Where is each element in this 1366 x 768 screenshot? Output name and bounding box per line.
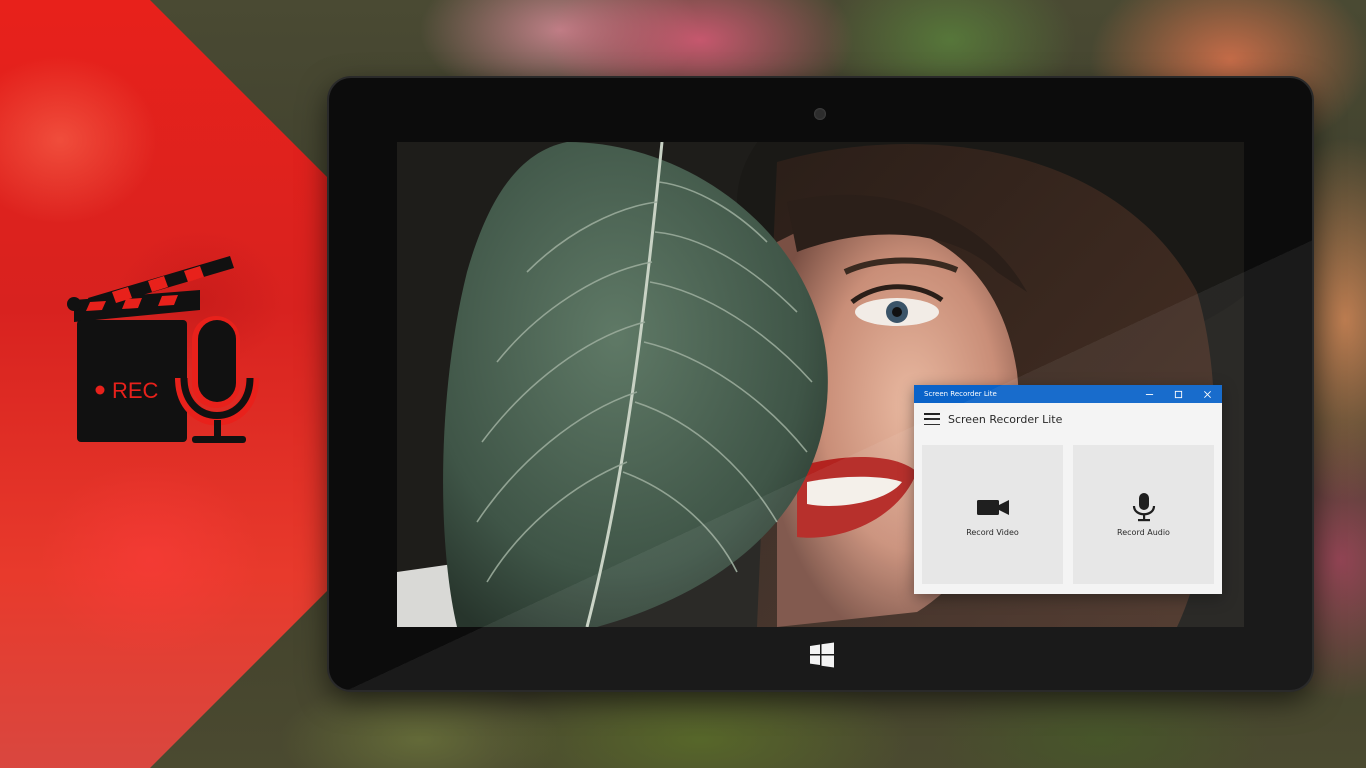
record-audio-button[interactable]: Record Audio: [1073, 445, 1214, 584]
app-header: Screen Recorder Lite: [914, 403, 1222, 435]
tablet-device: Screen Recorder Lite Screen Recorder Lit…: [329, 78, 1312, 690]
record-video-label: Record Video: [966, 528, 1019, 537]
microphone-icon: [1132, 493, 1155, 522]
maximize-button[interactable]: [1164, 385, 1193, 403]
close-button[interactable]: [1193, 385, 1222, 403]
maximize-icon: [1174, 390, 1183, 398]
front-camera: [814, 108, 826, 120]
window-titlebar: Screen Recorder Lite: [914, 385, 1222, 403]
minimize-button[interactable]: [1135, 385, 1164, 403]
window-title: Screen Recorder Lite: [924, 390, 997, 398]
minimize-icon: [1145, 393, 1154, 395]
record-video-button[interactable]: Record Video: [922, 445, 1063, 584]
rec-label: REC: [112, 378, 159, 403]
tablet-screen: Screen Recorder Lite Screen Recorder Lit…: [397, 142, 1244, 627]
close-icon: [1204, 390, 1211, 398]
screen-recorder-window: Screen Recorder Lite Screen Recorder Lit…: [914, 385, 1222, 594]
record-audio-label: Record Audio: [1117, 528, 1170, 537]
windows-logo-icon[interactable]: [809, 642, 835, 668]
app-title: Screen Recorder Lite: [948, 412, 1063, 426]
hamburger-menu-icon[interactable]: [924, 413, 940, 425]
video-camera-icon: [976, 500, 1009, 515]
action-tiles: Record Video Record Audio: [922, 445, 1214, 584]
rec-clapperboard-logo: REC: [67, 256, 259, 443]
